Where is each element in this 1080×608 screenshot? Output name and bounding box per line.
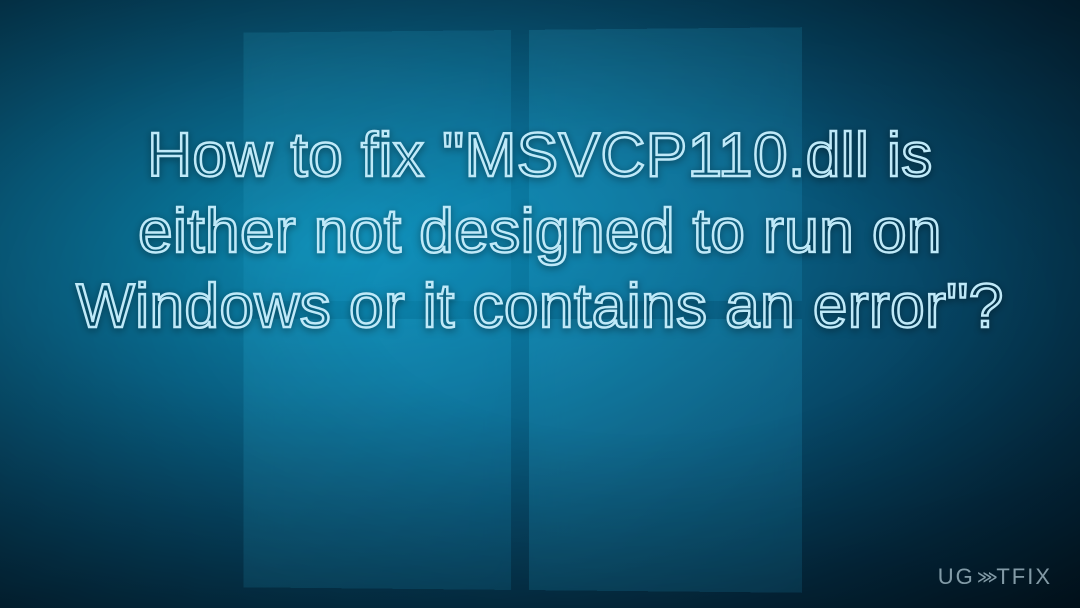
windows-logo-pane <box>529 319 802 593</box>
article-headline: How to fix "MSVCP110.dll is either not d… <box>0 118 1080 345</box>
watermark-prefix: UG <box>938 564 975 589</box>
watermark-arrows-icon: ⋙ <box>977 567 994 588</box>
windows-logo-pane <box>243 319 511 590</box>
site-watermark: UG⋙TFIX <box>938 564 1052 590</box>
watermark-suffix: TFIX <box>996 564 1052 589</box>
